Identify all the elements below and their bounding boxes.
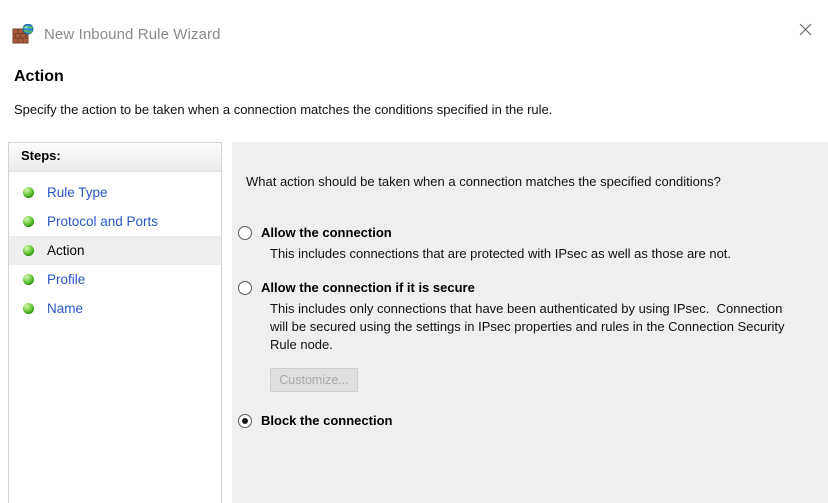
radio-allow-if-secure[interactable]: Allow the connection if it is secure bbox=[238, 279, 828, 296]
page-subtitle: Specify the action to be taken when a co… bbox=[14, 102, 553, 117]
sidebar-item-rule-type[interactable]: Rule Type bbox=[9, 178, 221, 207]
green-bullet-icon bbox=[23, 303, 34, 314]
option-description: This includes only connections that have… bbox=[270, 301, 785, 352]
steps-list: Rule Type Protocol and Ports Action Prof… bbox=[9, 172, 221, 323]
radio-allow-the-connection[interactable]: Allow the connection bbox=[238, 224, 828, 241]
action-question: What action should be taken when a conne… bbox=[246, 174, 721, 189]
steps-header: Steps: bbox=[9, 143, 221, 172]
sidebar-item-label: Action bbox=[47, 243, 85, 258]
option-description: This includes connections that are prote… bbox=[270, 246, 732, 261]
option-label: Allow the connection if it is secure bbox=[261, 280, 475, 295]
action-radio-group: Allow the connection This includes conne… bbox=[238, 224, 828, 435]
option-allow-if-secure: Allow the connection if it is secure Thi… bbox=[238, 279, 828, 392]
green-bullet-icon bbox=[23, 187, 34, 198]
radio-button-icon[interactable] bbox=[238, 281, 252, 295]
radio-button-icon[interactable] bbox=[238, 226, 252, 240]
sidebar-item-label: Profile bbox=[47, 272, 86, 287]
page-title: Action bbox=[14, 68, 64, 85]
close-icon[interactable] bbox=[782, 14, 828, 44]
sidebar-item-action[interactable]: Action bbox=[9, 236, 221, 265]
title-bar: New Inbound Rule Wizard bbox=[0, 0, 828, 46]
new-inbound-rule-wizard-window: New Inbound Rule Wizard Action Specify t… bbox=[0, 0, 828, 503]
option-label: Allow the connection bbox=[261, 225, 392, 240]
radio-button-icon[interactable] bbox=[238, 414, 252, 428]
radio-block-the-connection[interactable]: Block the connection bbox=[238, 412, 828, 429]
sidebar-item-profile[interactable]: Profile bbox=[9, 265, 221, 294]
green-bullet-icon bbox=[23, 216, 34, 227]
sidebar-item-name[interactable]: Name bbox=[9, 294, 221, 323]
option-block-the-connection: Block the connection bbox=[238, 412, 828, 429]
window-title: New Inbound Rule Wizard bbox=[44, 26, 221, 43]
green-bullet-icon bbox=[23, 245, 34, 256]
steps-header-label: Steps: bbox=[21, 148, 61, 163]
content-panel: What action should be taken when a conne… bbox=[232, 142, 828, 503]
sidebar-item-label: Protocol and Ports bbox=[47, 214, 159, 229]
green-bullet-icon bbox=[23, 274, 34, 285]
steps-panel: Steps: Rule Type Protocol and Ports Acti… bbox=[8, 142, 222, 503]
sidebar-item-label: Rule Type bbox=[47, 185, 108, 200]
customize-button[interactable]: Customize... bbox=[270, 368, 358, 392]
option-allow-the-connection: Allow the connection This includes conne… bbox=[238, 224, 828, 263]
sidebar-item-label: Name bbox=[47, 301, 84, 316]
sidebar-item-protocol-and-ports[interactable]: Protocol and Ports bbox=[9, 207, 221, 236]
option-label: Block the connection bbox=[261, 413, 393, 428]
firewall-globe-icon bbox=[12, 23, 34, 44]
